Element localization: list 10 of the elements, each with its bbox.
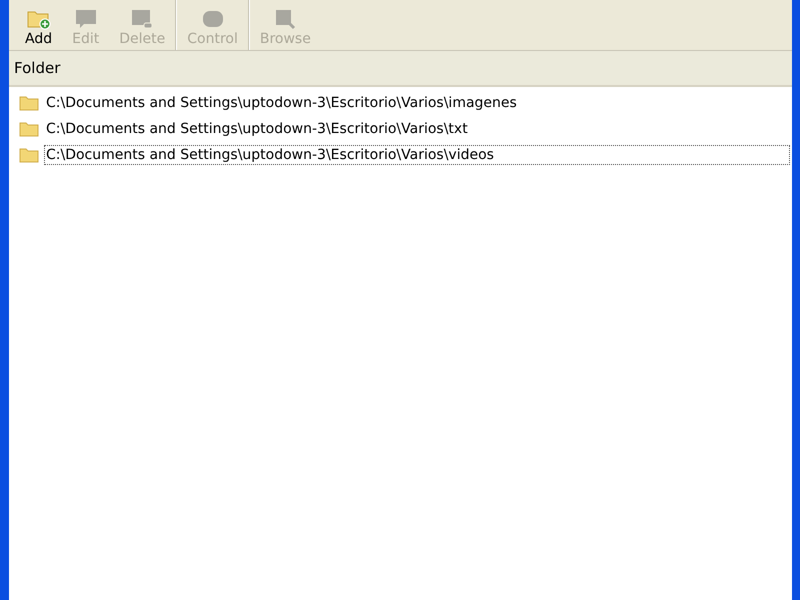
- folder-path[interactable]: C:\Documents and Settings\uptodown-3\Escritorio\Varios\videos: [44, 145, 790, 165]
- magnifier-icon: [273, 8, 298, 30]
- folder-icon: [19, 121, 39, 137]
- folder-path[interactable]: C:\Documents and Settings\uptodown-3\Escritorio\Varios\imagenes: [44, 93, 790, 113]
- speech-bubble-icon: [74, 8, 98, 30]
- folder-path[interactable]: C:\Documents and Settings\uptodown-3\Escritorio\Varios\txt: [44, 119, 790, 139]
- monitor-icon: [130, 8, 154, 30]
- folder-icon: [19, 147, 39, 163]
- folder-icon: [19, 95, 39, 111]
- rounded-shape-icon: [200, 8, 225, 30]
